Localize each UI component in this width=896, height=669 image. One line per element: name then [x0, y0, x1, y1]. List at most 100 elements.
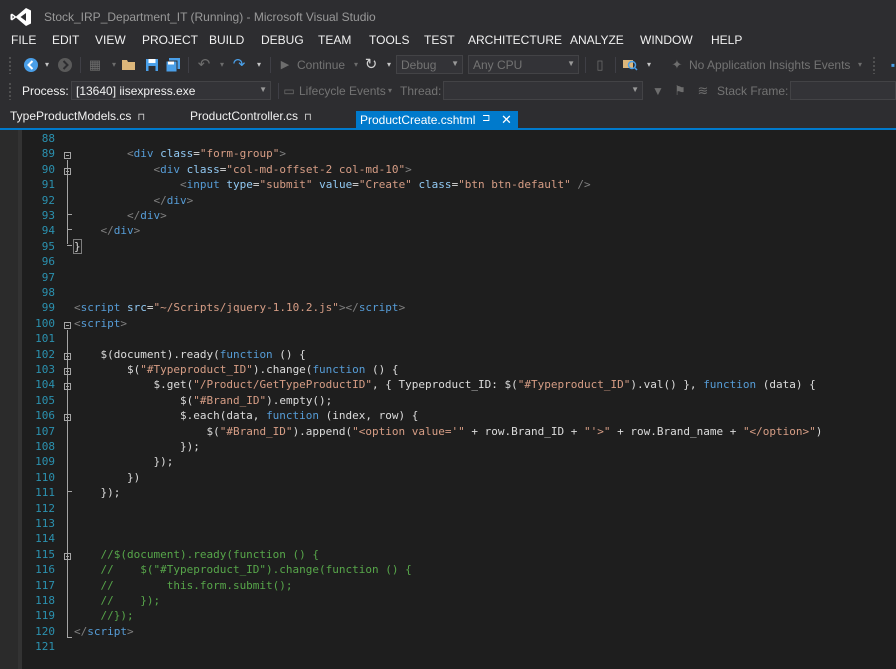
lifecycle-icon[interactable]: ▭ [280, 82, 298, 100]
restart-icon[interactable]: ↻ [362, 56, 380, 74]
lifecycle-dropdown-icon[interactable]: ▾ [381, 82, 399, 100]
visual-studio-logo-icon [10, 8, 31, 26]
close-icon[interactable]: ✕ [501, 112, 512, 128]
insights-label[interactable]: No Application Insights Events [689, 58, 850, 72]
undo-dropdown-icon[interactable]: ▾ [213, 56, 231, 74]
code-text: //}); [74, 609, 134, 623]
pin-icon[interactable]: ⊓ [304, 112, 312, 123]
continue-label[interactable]: Continue [297, 58, 345, 72]
forward-icon[interactable] [56, 56, 74, 74]
stack-frame-dropdown[interactable] [790, 81, 896, 100]
menu-view[interactable]: VIEW [95, 33, 126, 47]
line-number: 116 [35, 563, 55, 577]
process-dropdown[interactable]: [13640] iisexpress.exe ▼ [71, 81, 271, 100]
menu-file[interactable]: FILE [11, 33, 36, 47]
configuration-value: Debug [401, 58, 437, 72]
line-number: 113 [35, 517, 55, 530]
redo-dropdown-icon[interactable]: ▾ [250, 56, 268, 74]
menu-build[interactable]: BUILD [209, 33, 244, 47]
code-text: <script> [74, 316, 127, 330]
line-number: 108 [35, 440, 55, 453]
stack-frame-label: Stack Frame: [717, 84, 789, 98]
thread-dropdown[interactable]: ▼ [443, 81, 643, 100]
save-icon[interactable] [143, 56, 161, 74]
code-line: 98 [0, 284, 896, 299]
line-number: 90 [41, 162, 55, 176]
code-text: <div class="col-md-offset-2 col-md-10"> [74, 162, 412, 176]
open-folder-icon[interactable] [120, 56, 138, 74]
toolbar-separator [188, 57, 189, 73]
line-number: 109 [35, 455, 55, 469]
stack-icon[interactable]: ≋ [694, 82, 712, 100]
code-line: 91 <input type="submit" value="Create" c… [0, 176, 896, 191]
new-project-icon[interactable]: ▦ [86, 56, 104, 74]
line-number: 112 [35, 501, 55, 515]
menu-debug[interactable]: DEBUG [261, 33, 304, 47]
configuration-dropdown[interactable]: Debug ▼ [396, 55, 463, 74]
menu-tools[interactable]: TOOLS [369, 33, 409, 47]
pin-icon[interactable]: ⊓ [137, 112, 145, 123]
device-icon[interactable]: ▯ [591, 56, 609, 74]
toolbar-grip[interactable] [8, 82, 12, 100]
line-number: 94 [41, 224, 55, 238]
code-line: 111 }); [0, 484, 896, 499]
line-number: 111 [35, 486, 55, 500]
menu-architecture[interactable]: ARCHITECTURE [468, 33, 562, 47]
menu-analyze[interactable]: ANALYZE [570, 33, 624, 47]
line-number: 91 [41, 178, 55, 192]
find-icon[interactable] [621, 56, 639, 74]
flag-icon[interactable]: ⚑ [671, 82, 689, 100]
line-number: 120 [35, 624, 55, 638]
overflow-icon[interactable]: ▪ [884, 56, 896, 74]
lifecycle-label[interactable]: Lifecycle Events [299, 84, 386, 98]
code-line: 117 // this.form.submit(); [0, 577, 896, 592]
line-number: 89 [41, 147, 55, 161]
line-number: 101 [35, 332, 55, 346]
line-number: 92 [41, 193, 55, 207]
window-title: Stock_IRP_Department_IT (Running) - Micr… [44, 10, 376, 24]
line-number: 97 [41, 270, 55, 284]
menu-help[interactable]: HELP [711, 33, 742, 47]
menu-window[interactable]: WINDOW [640, 33, 693, 47]
tab-typeproductmodels[interactable]: TypeProductModels.cs ⊓ [10, 109, 145, 130]
code-text: $("#Typeproduct_ID").change(function () … [74, 363, 399, 376]
toolbar-grip[interactable] [872, 56, 876, 74]
redo-icon[interactable]: ↷ [230, 56, 248, 74]
code-line: 94 </div> [0, 222, 896, 237]
code-line: 114 [0, 530, 896, 545]
toolbar-separator [80, 57, 81, 73]
chevron-down-icon: ▼ [567, 59, 575, 68]
insights-icon[interactable]: ✦ [668, 56, 686, 74]
line-number: 121 [35, 640, 55, 654]
menu-test[interactable]: TEST [424, 33, 455, 47]
play-icon[interactable]: ▶ [276, 56, 294, 74]
line-number: 119 [35, 609, 55, 623]
tab-label: TypeProductModels.cs [10, 109, 132, 123]
code-text: <input type="submit" value="Create" clas… [74, 178, 591, 192]
tab-productcontroller[interactable]: ProductController.cs ⊓ [190, 109, 312, 130]
code-text: $("#Brand_ID").empty(); [74, 393, 333, 407]
toolbar-separator [585, 57, 586, 73]
code-text: // this.form.submit(); [74, 578, 293, 592]
undo-icon[interactable]: ↶ [195, 56, 213, 74]
menu-edit[interactable]: EDIT [52, 33, 79, 47]
insights-dropdown-icon[interactable]: ▾ [851, 56, 869, 74]
code-editor[interactable]: 88 89 <div class="form-group"> 90 <div c… [0, 130, 896, 669]
code-text: $.each(data, function (index, row) { [74, 409, 419, 423]
menu-project[interactable]: PROJECT [142, 33, 198, 47]
code-line: 102 $(document).ready(function () { [0, 346, 896, 361]
filter-icon[interactable]: ▼ [649, 82, 667, 100]
pin-icon[interactable]: ⊐ [482, 113, 490, 124]
code-text: </script> [74, 624, 134, 638]
menu-team[interactable]: TEAM [318, 33, 351, 47]
platform-dropdown[interactable]: Any CPU ▼ [468, 55, 579, 74]
find-dropdown-icon[interactable]: ▾ [640, 56, 658, 74]
line-number: 100 [35, 316, 55, 330]
line-number: 95 [41, 239, 55, 253]
toolbar-grip[interactable] [8, 56, 12, 74]
back-dropdown-icon[interactable]: ▾ [38, 56, 56, 74]
menu-bar: FILE EDIT VIEW PROJECT BUILD DEBUG TEAM … [0, 32, 896, 52]
save-all-icon[interactable] [164, 56, 182, 74]
code-line: 93 </div> [0, 207, 896, 222]
line-number: 115 [35, 547, 55, 561]
